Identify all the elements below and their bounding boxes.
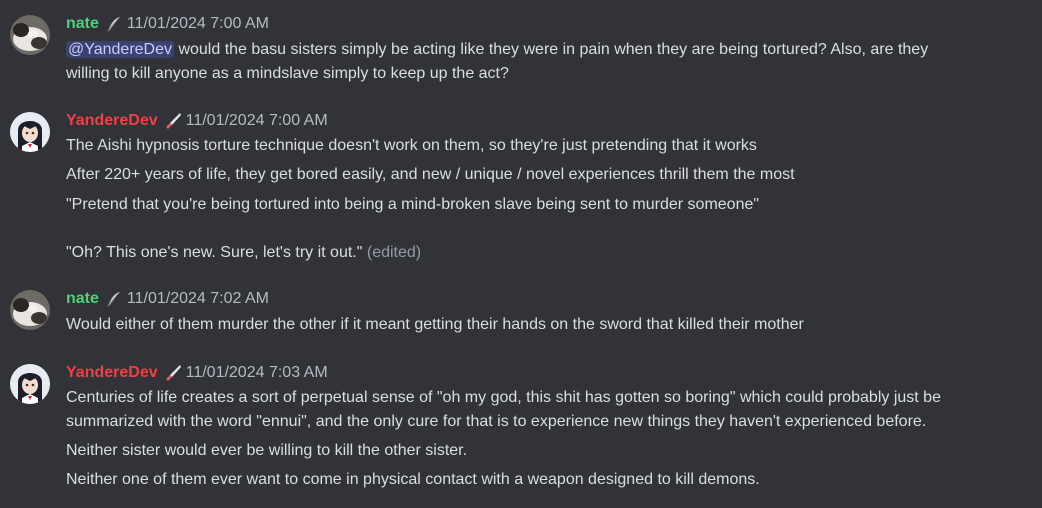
message-text: "Pretend that you're being tortured into… (66, 196, 760, 213)
username[interactable]: YandereDev (66, 364, 158, 382)
timestamp[interactable]: 11/01/2024 7:03 AM (186, 364, 328, 382)
message-text: Would either of them murder the other if… (66, 316, 804, 333)
username[interactable]: nate (66, 290, 99, 308)
feather-icon (105, 290, 123, 308)
message-text: Neither one of them ever want to come in… (66, 471, 760, 488)
cat-avatar[interactable] (10, 290, 50, 330)
message-text: Neither sister would ever be willing to … (66, 442, 468, 459)
anime-girl-avatar[interactable] (10, 364, 50, 404)
message-text: Centuries of life creates a sort of perp… (66, 389, 941, 406)
edited-label: (edited) (366, 244, 422, 261)
feather-icon (105, 15, 123, 33)
message-text: summarized with the word "ennui", and th… (66, 413, 927, 430)
user-mention[interactable]: @YandereDev (66, 41, 174, 58)
knife-icon (164, 364, 182, 382)
username[interactable]: YandereDev (66, 112, 158, 130)
username[interactable]: nate (66, 15, 99, 33)
message-text: @YandereDev would the basu sisters simpl… (66, 41, 929, 58)
message-text: "Oh? This one's new. Sure, let's try it … (66, 244, 422, 261)
timestamp[interactable]: 11/01/2024 7:00 AM (127, 15, 269, 33)
message-text: After 220+ years of life, they get bored… (66, 166, 795, 183)
message-text: willing to kill anyone as a mindslave si… (66, 65, 509, 82)
chat-messages: nate 11/01/2024 7:00 AM @YandereDev woul… (0, 0, 1042, 508)
knife-icon (164, 112, 182, 130)
anime-girl-avatar[interactable] (10, 112, 50, 152)
cat-avatar[interactable] (10, 15, 50, 55)
timestamp[interactable]: 11/01/2024 7:00 AM (186, 112, 328, 130)
timestamp[interactable]: 11/01/2024 7:02 AM (127, 290, 269, 308)
message-text: The Aishi hypnosis torture technique doe… (66, 137, 757, 154)
